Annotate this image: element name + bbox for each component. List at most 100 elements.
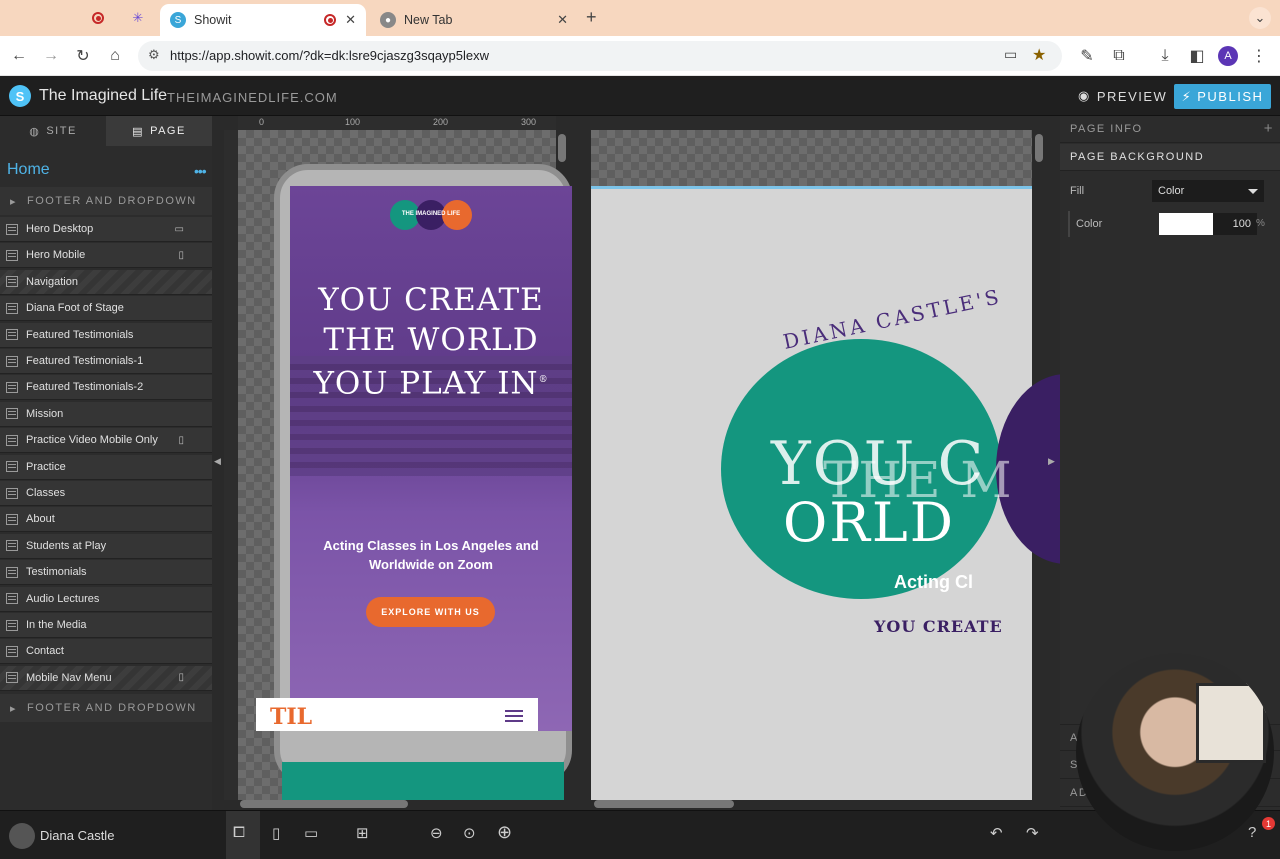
add-icon[interactable]: + (1264, 120, 1274, 137)
sidebar-item-testimonials[interactable]: Testimonials (0, 560, 212, 586)
address-bar[interactable]: ⚙ https://app.showit.com/?dk=dk:lsre9cja… (138, 41, 1062, 71)
redo-icon[interactable]: ↷ (1026, 824, 1039, 842)
sidebar-item-in-the-media[interactable]: In the Media (0, 613, 212, 638)
site-domain: THEIMAGINEDLIFE.COM (167, 90, 338, 105)
zoom-fit-icon[interactable]: ⊙ (463, 824, 476, 842)
sidebar-item-classes[interactable]: Classes (0, 481, 212, 506)
undo-icon[interactable]: ↶ (990, 824, 1003, 842)
close-tab-icon[interactable]: ✕ (557, 12, 568, 28)
section-footer-dropdown-bottom[interactable]: ▸ FOOTER AND DROPDOWN (0, 694, 212, 722)
current-page-title[interactable]: Home (7, 161, 50, 179)
download-icon[interactable]: ⤓ (1154, 45, 1176, 67)
grid-guides-icon[interactable]: ⊞ (356, 824, 369, 842)
page-info-header[interactable]: PAGE INFO + (1060, 116, 1280, 143)
section-icon (6, 408, 18, 420)
new-tab-button[interactable]: + (586, 7, 597, 28)
section-icon (6, 566, 18, 578)
site-name[interactable]: The Imagined Life (39, 87, 167, 105)
sidebar-item-hero-desktop[interactable]: Hero Desktop ▭ (0, 217, 212, 242)
explore-with-us-button[interactable]: EXPLORE WITH US (366, 597, 495, 627)
tab-page[interactable]: ▤ PAGE (106, 116, 212, 146)
mobile-view-icon[interactable]: ▯ (272, 824, 280, 842)
page-info-label: PAGE INFO (1070, 123, 1143, 135)
sidebar-item-mobile-nav-menu[interactable]: Mobile Nav Menu ▯ (0, 665, 212, 691)
preview-button[interactable]: ◉ PREVIEW (1078, 88, 1167, 104)
view-both-button[interactable]: ⧠ (226, 811, 260, 859)
pages-sidebar: ◍ SITE ▤ PAGE Home ••• ▸ FOOTER AND DROP… (0, 116, 212, 810)
imagined-life-logo[interactable]: THE IMAGINED LIFE (390, 200, 472, 230)
sidebar-item-featured-testimonials-1[interactable]: Featured Testimonials-1 (0, 349, 212, 374)
reload-icon[interactable]: ↻ (72, 45, 94, 67)
page-background-header[interactable]: PAGE BACKGROUND (1060, 144, 1280, 171)
desktop-scrollbar-v[interactable] (1035, 134, 1043, 162)
sidebar-item-featured-testimonials[interactable]: Featured Testimonials (0, 322, 212, 348)
sidebar-item-audio-lectures[interactable]: Audio Lectures (0, 586, 212, 612)
mobile-scrollbar-v[interactable] (558, 134, 566, 162)
mobile-nav-bar[interactable]: TIL (256, 698, 538, 731)
sidebar-item-featured-testimonials-2[interactable]: Featured Testimonials-2 (0, 375, 212, 401)
zoom-out-icon[interactable]: ⊖ (430, 824, 443, 842)
home-icon[interactable]: ⌂ (104, 45, 126, 67)
camera-icon[interactable]: ▭ (1004, 46, 1017, 63)
til-logo[interactable]: TIL (270, 704, 312, 730)
sidebar-item-navigation[interactable]: Navigation (0, 269, 212, 295)
hero-headline[interactable]: YOU CREATE THE WORLD YOU PLAY IN® (290, 280, 572, 403)
sidebar-item-contact[interactable]: Contact (0, 639, 212, 665)
sidebar-item-practice[interactable]: Practice (0, 454, 212, 480)
hamburger-menu-icon[interactable] (505, 710, 523, 725)
color-label: Color (1076, 218, 1103, 230)
sidebar-item-label: Featured Testimonials (26, 328, 134, 341)
sidebar-item-hero-mobile[interactable]: Hero Mobile ▯ (0, 243, 212, 269)
desktop-scrollbar-h[interactable] (594, 800, 734, 808)
showit-favicon-icon: S (170, 12, 186, 28)
section-icon (6, 223, 18, 235)
design-canvas[interactable]: 0 100 200 300 ◀ THE IMAGINED LIFE YOU CR… (212, 116, 1136, 810)
tab-site[interactable]: ◍ SITE (0, 116, 106, 146)
help-icon[interactable]: ? (1248, 824, 1256, 841)
side-panel-icon[interactable]: ◧ (1186, 45, 1208, 67)
user-avatar[interactable] (9, 823, 35, 849)
headline-fragment-3: ORLD (783, 491, 956, 554)
site-settings-icon[interactable]: ⚙ (148, 47, 160, 63)
desktop-view-icon[interactable]: ▭ (304, 824, 318, 842)
collapse-left-icon[interactable]: ◀ (214, 456, 221, 467)
tab-title: New Tab (404, 13, 453, 27)
section-footer-dropdown-top[interactable]: ▸ FOOTER AND DROPDOWN (0, 187, 212, 215)
color-swatch[interactable] (1159, 213, 1213, 235)
bookmark-star-icon[interactable]: ★ (1032, 45, 1046, 65)
sidebar-item-diana-foot-of-stage[interactable]: Diana Foot of Stage (0, 296, 212, 322)
hero-mobile-section[interactable]: THE IMAGINED LIFE YOU CREATE THE WORLD Y… (290, 186, 572, 731)
sidebar-item-about[interactable]: About (0, 507, 212, 533)
ruler-mark: 200 (433, 117, 449, 127)
desktop-canvas[interactable]: DIANA CASTLE'S YOU C THE M ORLD Acting C… (591, 130, 1136, 800)
forward-icon[interactable]: → (40, 45, 62, 67)
pinned-tab-record[interactable] (88, 8, 108, 28)
profile-avatar[interactable]: A (1218, 46, 1238, 66)
back-icon[interactable]: ← (8, 45, 30, 67)
hero-subtitle[interactable]: Acting Classes in Los Angeles and Worldw… (290, 536, 572, 574)
tab-new-tab[interactable]: ● New Tab ✕ (370, 4, 578, 36)
opacity-input[interactable]: 100 (1213, 213, 1257, 235)
pinned-tab-app[interactable]: ✳ (128, 8, 148, 28)
sidebar-item-practice-video-mobile-only[interactable]: Practice Video Mobile Only ▯ (0, 428, 212, 454)
desktop-hero-preview[interactable]: DIANA CASTLE'S YOU C THE M ORLD Acting C… (591, 186, 1136, 800)
sidebar-item-students-at-play[interactable]: Students at Play (0, 533, 212, 559)
zoom-in-icon[interactable]: ⊕ (497, 822, 512, 843)
publish-button[interactable]: ⚡ PUBLISH (1174, 84, 1271, 109)
extensions-icon[interactable]: ⧉ (1108, 45, 1130, 67)
close-tab-icon[interactable]: ✕ (345, 12, 356, 28)
preview-label: PREVIEW (1096, 88, 1168, 104)
notification-badge: 1 (1262, 817, 1275, 830)
mobile-scrollbar-h[interactable] (240, 800, 408, 808)
fill-type-select[interactable]: Color (1152, 180, 1264, 202)
showit-logo-icon[interactable]: S (9, 85, 31, 107)
sidebar-item-label: Contact (26, 645, 64, 658)
chrome-menu-icon[interactable]: ⋮ (1248, 45, 1270, 67)
collapse-right-icon[interactable]: ▶ (1048, 456, 1055, 467)
page-options-button[interactable]: ••• (194, 163, 207, 179)
sidebar-item-mission[interactable]: Mission (0, 401, 212, 427)
eyedropper-icon[interactable]: ✎ (1076, 45, 1098, 67)
tab-search-button[interactable]: ⌄ (1249, 7, 1271, 29)
tab-showit[interactable]: S Showit ✕ (160, 4, 366, 36)
user-name[interactable]: Diana Castle (40, 828, 114, 843)
